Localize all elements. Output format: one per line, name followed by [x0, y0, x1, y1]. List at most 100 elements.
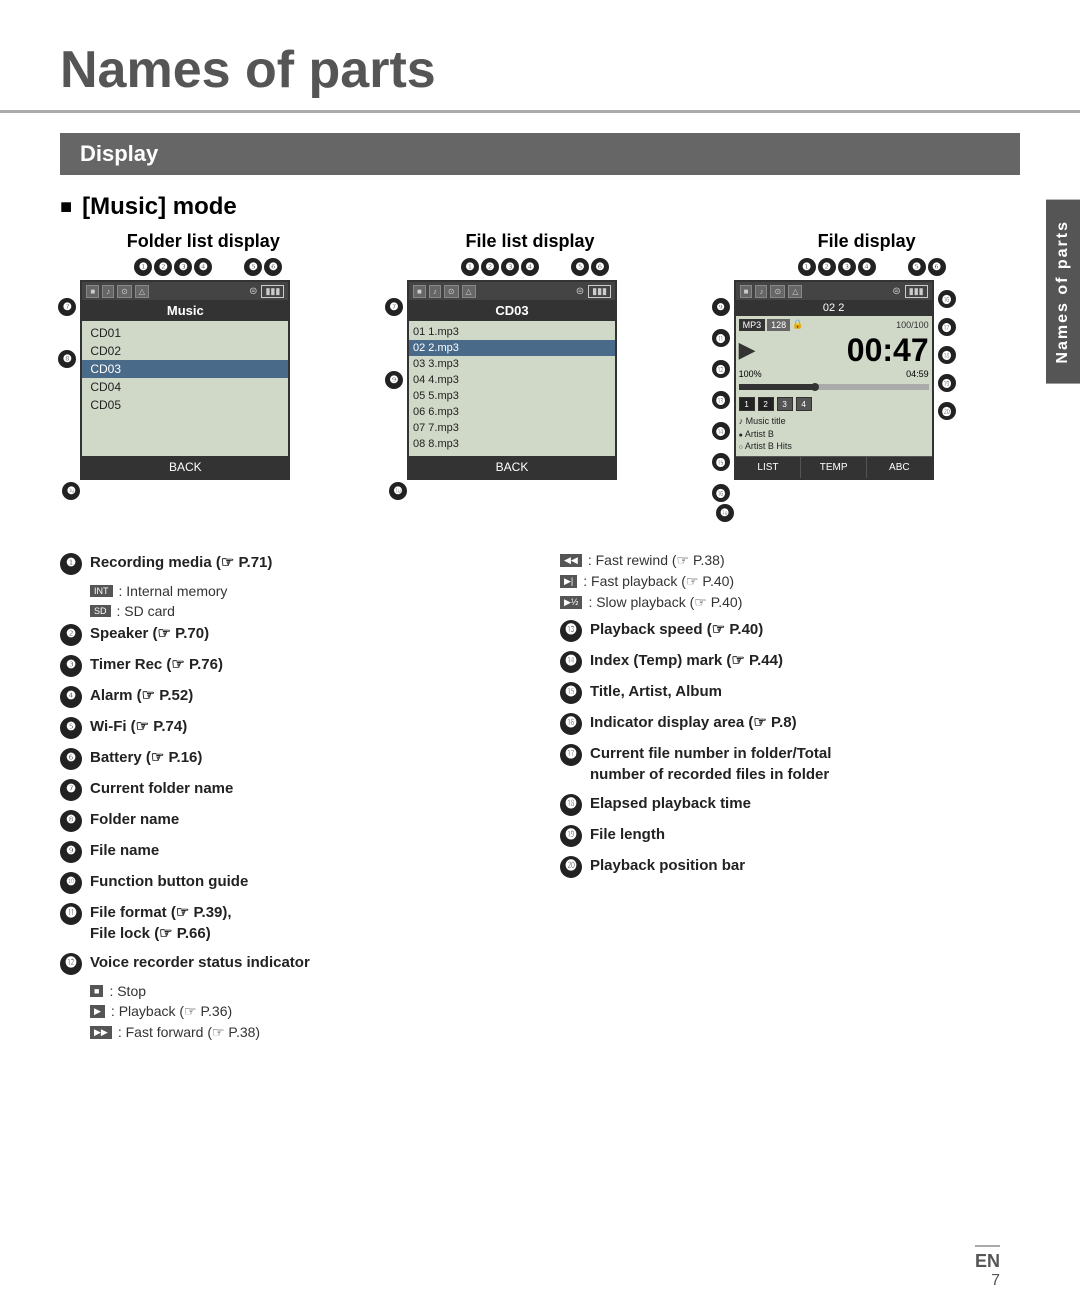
ann-sub-1b: SD : SD card — [90, 603, 520, 619]
ann-sub-fast-playback: ▶| : Fast playback (☞ P.40) — [560, 573, 1020, 590]
tab-list: LIST — [736, 457, 802, 478]
ann-sub-text-12b: : Playback (☞ P.36) — [111, 1003, 232, 1020]
file-length: 04:59 — [906, 369, 929, 379]
annotation-5: ❺ Wi-Fi (☞ P.74) — [60, 716, 520, 739]
ann-text-8: Folder name — [90, 809, 179, 830]
folder-list-title: Folder list display — [58, 231, 348, 252]
ann-num-4: ❹ — [60, 686, 82, 708]
ann-text-17: Current file number in folder/Totalnumbe… — [590, 743, 831, 785]
annotations: ❶ Recording media (☞ P.71) INT : Interna… — [0, 542, 1080, 1055]
callout-17: ⓱ — [938, 318, 956, 336]
ann-num-19: ⓳ — [560, 825, 582, 847]
speaker-icon-3: ♪ — [755, 285, 767, 298]
file-item-5: 05 5.mp3 — [409, 388, 615, 404]
ann-text-6: Battery (☞ P.16) — [90, 747, 202, 768]
album-name: Artist B Hits — [739, 440, 929, 453]
annotation-8: ❽ Folder name — [60, 809, 520, 832]
annotation-10: ❿ Function button guide — [60, 871, 520, 894]
annotation-4: ❹ Alarm (☞ P.52) — [60, 685, 520, 708]
annotation-14: ⓮ Index (Temp) mark (☞ P.44) — [560, 650, 1020, 673]
ann-num-13: ⓭ — [560, 620, 582, 642]
ann-sub-text-1b: : SD card — [117, 603, 175, 619]
folder-item-cd03: CD03 — [82, 360, 288, 378]
index-mark-4: 4 — [796, 397, 812, 411]
callout-3c: ❸ — [838, 258, 856, 276]
callout-14c: ⓮ — [712, 422, 730, 440]
folder-item-cd01: CD01 — [82, 324, 288, 342]
annotation-7: ❼ Current folder name — [60, 778, 520, 801]
mode-header: [Music] mode — [0, 175, 1080, 231]
file-display-screen: ■ ♪ ⊙ △ ⊜ ▮▮▮ 02 2 MP — [734, 280, 934, 480]
callout-12c: ⓬ — [712, 360, 730, 378]
callout-7a: ❼ — [58, 298, 76, 316]
ann-num-18: ⓲ — [560, 794, 582, 816]
ann-num-3: ❸ — [60, 655, 82, 677]
side-label: Names of parts — [1046, 200, 1080, 384]
section-header: Display — [60, 133, 1020, 175]
alarm-icon-3: △ — [788, 285, 802, 298]
ann-num-2: ❷ — [60, 624, 82, 646]
callout-10b: ❿ — [389, 482, 407, 500]
ann-num-14: ⓮ — [560, 651, 582, 673]
ann-text-2: Speaker (☞ P.70) — [90, 623, 209, 644]
back-bar-1: BACK — [82, 456, 288, 478]
callout-10a: ❿ — [62, 482, 80, 500]
folder-list-screen: ■ ♪ ⊙ △ ⊜ ▮▮▮ Music CD01 CD02 CD03 CD04 — [80, 280, 290, 480]
callout-19: ⓳ — [938, 374, 956, 392]
diagrams-container: Folder list display ❶ ❷ ❸ ❹ ❺ ❻ ❼ ❽ ■ — [0, 231, 1080, 522]
ann-text-3: Timer Rec (☞ P.76) — [90, 654, 223, 675]
playback-time: 00:47 — [847, 334, 929, 366]
callout-3b: ❸ — [501, 258, 519, 276]
callout-15c: ⓯ — [712, 453, 730, 471]
battery-icon-3: ▮▮▮ — [905, 285, 928, 298]
fast-rewind-icon: ◀◀ — [560, 554, 582, 567]
callout-18: ⓲ — [938, 346, 956, 364]
index-mark-3: 3 — [777, 397, 793, 411]
ann-text-18: Elapsed playback time — [590, 793, 751, 814]
callout-6b: ❻ — [591, 258, 609, 276]
music-title: Music title — [739, 415, 929, 428]
folder-item-cd05: CD05 — [82, 396, 288, 414]
memory-icon: ■ — [86, 285, 99, 298]
ann-sub-text-slow-playback: : Slow playback (☞ P.40) — [588, 594, 742, 611]
ann-num-5: ❺ — [60, 717, 82, 739]
battery-icon-2: ▮▮▮ — [588, 285, 611, 298]
annotation-16: ⓰ Indicator display area (☞ P.8) — [560, 712, 1020, 735]
back-bar-2: BACK — [409, 456, 615, 478]
callout-9b: ❾ — [385, 371, 403, 389]
callout-4a: ❹ — [194, 258, 212, 276]
file-display-title: File display — [712, 231, 1022, 252]
callout-3a: ❸ — [174, 258, 192, 276]
playback-icon: ▶ — [90, 1005, 105, 1018]
callout-20: ⓴ — [938, 402, 956, 420]
ann-sub-text-fast-rewind: : Fast rewind (☞ P.38) — [588, 552, 725, 569]
annotation-19: ⓳ File length — [560, 824, 1020, 847]
file-display-header: 02 2 — [736, 300, 932, 316]
annotation-11: ⓫ File format (☞ P.39), File lock (☞ P.6… — [60, 902, 520, 944]
fast-playback-icon: ▶| — [560, 575, 577, 588]
status-bar-2: ■ ♪ ⊙ △ ⊜ ▮▮▮ — [409, 282, 615, 300]
ann-text-12: Voice recorder status indicator — [90, 952, 310, 973]
ann-num-1: ❶ — [60, 553, 82, 575]
speed-indicator: 100% — [739, 369, 762, 379]
callout-4c: ❹ — [858, 258, 876, 276]
callout-10c: ❿ — [716, 504, 734, 522]
annotation-12: ⓬ Voice recorder status indicator — [60, 952, 520, 975]
timer-icon-3: ⊙ — [770, 285, 785, 298]
ann-text-1: Recording media (☞ P.71) — [90, 552, 272, 573]
status-bar-1: ■ ♪ ⊙ △ ⊜ ▮▮▮ — [82, 282, 288, 300]
ann-num-6: ❻ — [60, 748, 82, 770]
ann-num-17: ⓱ — [560, 744, 582, 766]
annotation-20: ⓴ Playback position bar — [560, 855, 1020, 878]
ann-text-16: Indicator display area (☞ P.8) — [590, 712, 797, 733]
file-list-diagram: File list display ❶ ❷ ❸ ❹ ❺ ❻ ❼ ❾ ■ ♪ ⊙ — [385, 231, 675, 522]
ann-sub-text-fast-playback: : Fast playback (☞ P.40) — [583, 573, 734, 590]
ann-text-7: Current folder name — [90, 778, 233, 799]
folder-item-cd02: CD02 — [82, 342, 288, 360]
ann-sub-fast-rewind: ◀◀ : Fast rewind (☞ P.38) — [560, 552, 1020, 569]
callout-2c: ❷ — [818, 258, 836, 276]
callout-17c: ⓰ — [938, 290, 956, 308]
callout-7b: ❼ — [385, 298, 403, 316]
battery-icon-1: ▮▮▮ — [261, 285, 284, 298]
callout-11c: ⓫ — [712, 329, 730, 347]
